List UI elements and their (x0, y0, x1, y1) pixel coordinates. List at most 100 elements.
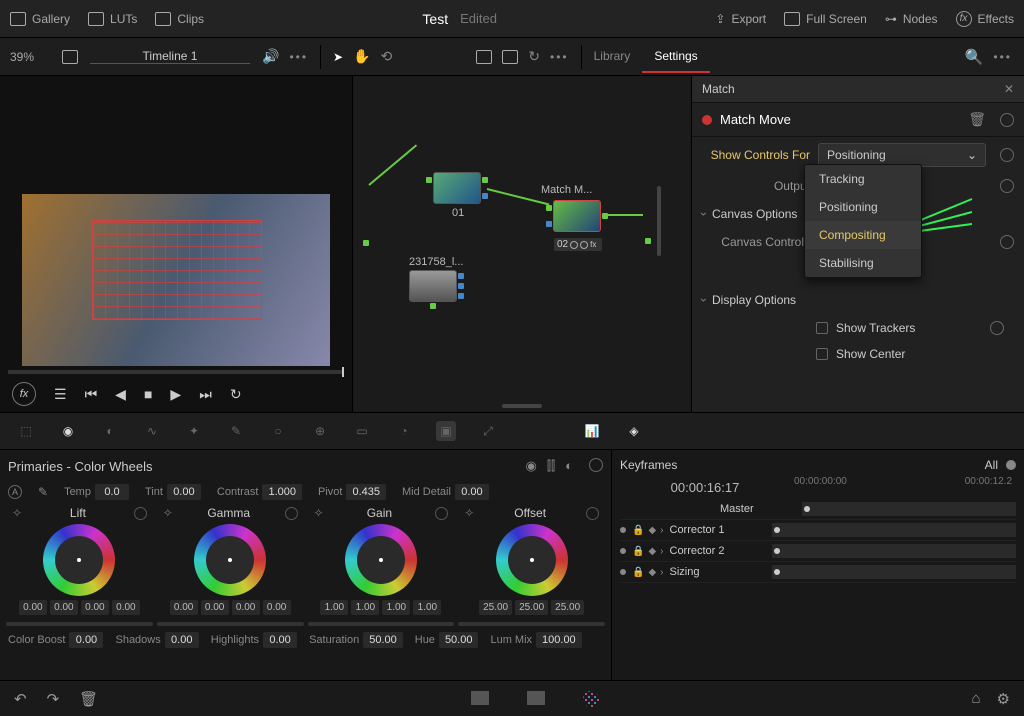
tool-blur[interactable]: ◔ (394, 421, 414, 441)
trash-icon[interactable]: 🗑 (79, 690, 98, 708)
color-wheel-gamma[interactable] (194, 524, 266, 596)
page-cut-icon[interactable] (527, 691, 545, 705)
tool-qualifier[interactable]: ✎ (226, 421, 246, 441)
more-menu-3[interactable]: ••• (993, 50, 1012, 64)
middetail-value[interactable]: 0.00 (455, 484, 489, 500)
skip-start-icon[interactable]: ⏮ (85, 386, 98, 403)
settings-icon[interactable]: ⚙ (997, 690, 1010, 708)
kf-track[interactable] (802, 502, 1016, 516)
reset-effect-icon[interactable] (1000, 113, 1014, 127)
page-media-icon[interactable] (471, 691, 489, 705)
tool-3d[interactable]: ⬚ (16, 421, 36, 441)
viewer-option-2[interactable] (502, 50, 518, 64)
wheel-value[interactable]: 0.00 (232, 600, 260, 615)
export-button[interactable]: ⇪Export (715, 12, 766, 26)
keyframe-row[interactable]: Master (620, 499, 1016, 520)
tool-tracker[interactable]: ⊕ (310, 421, 330, 441)
home-icon[interactable]: ⌂ (971, 690, 980, 708)
tool-sizing[interactable]: ⤢ (478, 421, 498, 441)
show-center-checkbox[interactable] (816, 348, 828, 360)
show-trackers-checkbox[interactable] (816, 322, 828, 334)
diamond-icon[interactable]: ◆ (648, 567, 656, 578)
fx-toggle[interactable]: fx (12, 382, 36, 406)
expand-icon[interactable]: › (660, 567, 663, 578)
graph-input-port[interactable] (363, 240, 369, 246)
wheel-value[interactable]: 25.00 (515, 600, 548, 615)
wheel-reset-0[interactable] (134, 507, 147, 520)
wheel-master-slider-1[interactable] (157, 622, 304, 626)
redo-icon[interactable]: ↷ (47, 690, 60, 708)
log-mode-icon[interactable]: ◐ (565, 458, 573, 474)
wheel-value[interactable]: 1.00 (382, 600, 410, 615)
tool-magic[interactable]: ▭ (352, 421, 372, 441)
lock-icon[interactable]: 🔒 (632, 525, 644, 536)
wheel-value[interactable]: 1.00 (320, 600, 348, 615)
delete-effect-icon[interactable]: 🗑 (968, 111, 986, 128)
transform-tool[interactable]: ⟲ (381, 48, 393, 65)
hue-value[interactable]: 50.00 (439, 632, 479, 648)
keyframe-row[interactable]: 🔒◆› Sizing (620, 562, 1016, 583)
tool-key[interactable]: ▣ (436, 421, 456, 441)
wheel-master-slider-3[interactable] (458, 622, 605, 626)
zoom-level[interactable]: 39% (0, 50, 50, 64)
saturation-value[interactable]: 50.00 (363, 632, 403, 648)
play-icon[interactable]: ▶ (170, 386, 181, 403)
nodes-button[interactable]: ⊶Nodes (885, 12, 938, 26)
wheel-value[interactable]: 0.00 (81, 600, 109, 615)
auto-balance-icon[interactable]: A (8, 485, 22, 499)
wheel-value[interactable]: 0.00 (112, 600, 140, 615)
graph-resize-handle[interactable] (502, 404, 542, 408)
wheel-value[interactable]: 25.00 (551, 600, 584, 615)
node-03-media[interactable] (409, 270, 457, 302)
wheel-reset-3[interactable] (586, 507, 599, 520)
reset-show-controls[interactable] (1000, 148, 1014, 162)
timeline-name[interactable]: Timeline 1 (90, 49, 250, 64)
reset-show-trackers[interactable] (990, 321, 1004, 335)
reset-canvas-controls[interactable] (1000, 235, 1014, 249)
kf-enable-dot[interactable] (620, 569, 626, 575)
effects-button[interactable]: fxEffects (956, 11, 1014, 27)
wheel-picker-icon[interactable]: ✧ (163, 506, 173, 520)
undo-icon[interactable]: ↶ (14, 690, 27, 708)
clips-button[interactable]: Clips (155, 12, 204, 26)
viewer-scrubber[interactable] (8, 370, 344, 374)
reset-output[interactable] (1000, 179, 1014, 193)
wheel-picker-icon[interactable]: ✧ (12, 506, 22, 520)
highlights-value[interactable]: 0.00 (263, 632, 297, 648)
display-options-section[interactable]: › Display Options (692, 285, 1024, 315)
wheel-value[interactable]: 1.00 (413, 600, 441, 615)
wheel-value[interactable]: 0.00 (201, 600, 229, 615)
stop-icon[interactable]: ■ (144, 386, 152, 402)
tool-warper[interactable]: ✦ (184, 421, 204, 441)
color-wheel-offset[interactable] (496, 524, 568, 596)
tool-hdr[interactable]: ◐ (100, 421, 120, 441)
wheel-value[interactable]: 0.00 (19, 600, 47, 615)
inspector-search-input[interactable] (702, 82, 996, 96)
kf-enable-dot[interactable] (620, 527, 626, 533)
reset-all-wheels[interactable] (589, 458, 603, 472)
keyframe-toggle[interactable] (1006, 460, 1016, 470)
temp-value[interactable]: 0.0 (95, 484, 129, 500)
expand-icon[interactable]: › (660, 525, 663, 536)
tint-value[interactable]: 0.00 (167, 484, 201, 500)
audio-icon[interactable]: 🔊 (262, 48, 279, 65)
color-wheel-lift[interactable] (43, 524, 115, 596)
keyframe-row[interactable]: 🔒◆› Corrector 2 (620, 541, 1016, 562)
lock-icon[interactable]: 🔒 (632, 567, 644, 578)
fullscreen-button[interactable]: Full Screen (784, 12, 867, 26)
kf-track[interactable] (772, 544, 1017, 558)
expand-icon[interactable]: › (660, 546, 663, 557)
keyframe-timecode[interactable]: 00:00:16:17 (620, 480, 790, 495)
viewer-mode-icon[interactable] (62, 50, 78, 64)
wheel-master-slider-2[interactable] (308, 622, 455, 626)
tool-primary-wheels[interactable]: ◉ (58, 421, 78, 441)
wheel-value[interactable]: 0.00 (170, 600, 198, 615)
wheel-picker-icon[interactable]: ✧ (314, 506, 324, 520)
lock-icon[interactable]: 🔒 (632, 546, 644, 557)
wheel-master-slider-0[interactable] (6, 622, 153, 626)
tab-library[interactable]: Library (582, 41, 643, 73)
tool-keyframes[interactable]: ◈ (624, 421, 644, 441)
more-menu-2[interactable]: ••• (550, 50, 569, 64)
pivot-value[interactable]: 0.435 (346, 484, 386, 500)
keyframe-row[interactable]: 🔒◆› Corrector 1 (620, 520, 1016, 541)
